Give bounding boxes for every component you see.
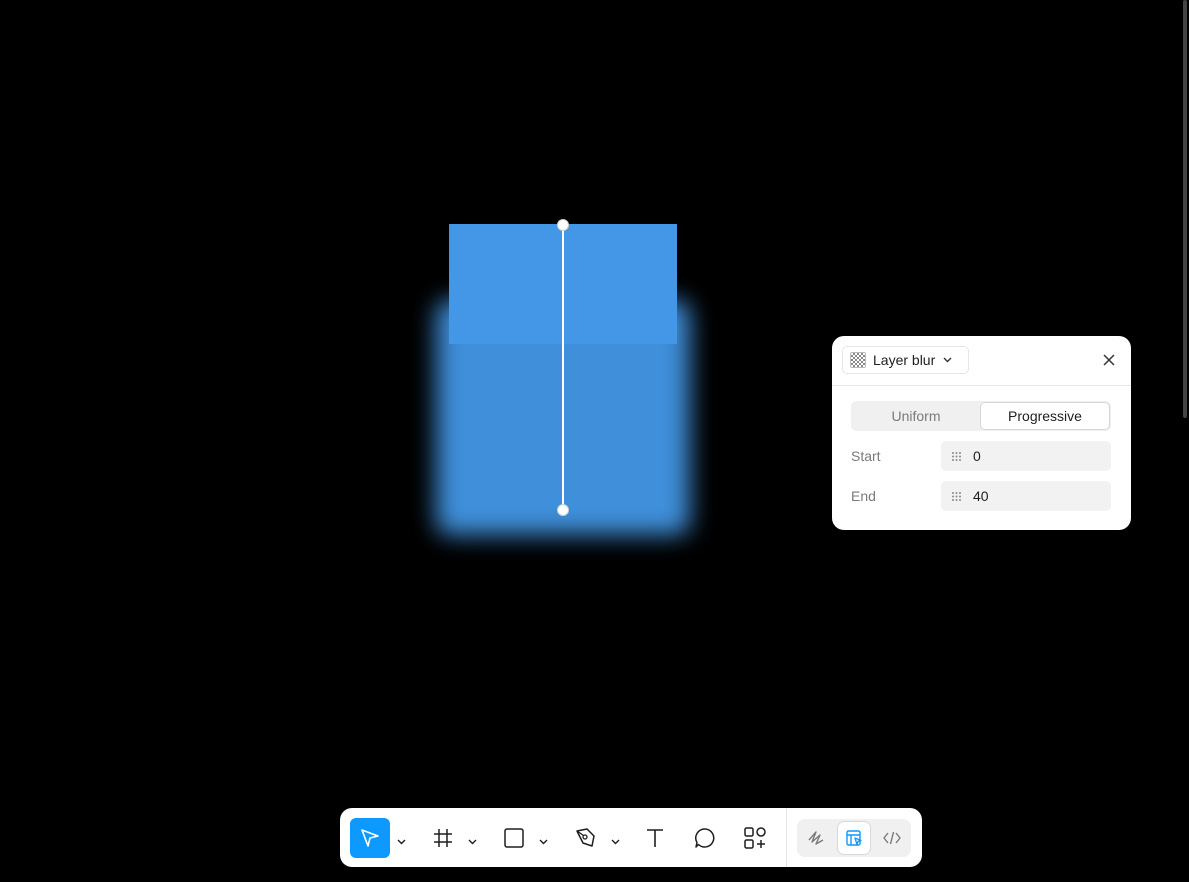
- frame-tool-button[interactable]: [428, 818, 458, 858]
- rectangle-tool-chevron-icon[interactable]: [539, 832, 548, 850]
- end-field[interactable]: 40: [941, 481, 1111, 511]
- draw-mode-button[interactable]: [800, 822, 832, 854]
- end-value[interactable]: 40: [973, 488, 989, 504]
- panel-header: Layer blur: [832, 336, 1131, 386]
- pen-tool-button[interactable]: [570, 818, 600, 858]
- close-icon[interactable]: [1099, 350, 1119, 370]
- comment-bubble-icon: [695, 828, 715, 848]
- mode-progressive[interactable]: Progressive: [980, 402, 1110, 430]
- dev-mode-button[interactable]: [876, 822, 908, 854]
- blur-start-handle[interactable]: [557, 219, 569, 231]
- text-tool-button[interactable]: [640, 818, 670, 858]
- blur-direction-line[interactable]: [562, 224, 564, 510]
- shapes-plus-icon: [744, 827, 766, 849]
- cursor-arrow-icon: [361, 829, 379, 847]
- end-label: End: [851, 488, 876, 504]
- start-value[interactable]: 0: [973, 448, 981, 464]
- move-tool-button[interactable]: [350, 818, 390, 858]
- effect-type-dropdown[interactable]: Layer blur: [842, 346, 969, 374]
- actions-tool-button[interactable]: [740, 818, 770, 858]
- vertical-scrollbar[interactable]: [1183, 0, 1187, 418]
- effect-type-label: Layer blur: [873, 352, 936, 368]
- frame-hash-icon: [434, 829, 452, 847]
- drag-grip-icon[interactable]: [951, 451, 962, 462]
- move-tool-chevron-icon[interactable]: [397, 832, 406, 850]
- drag-grip-icon[interactable]: [951, 491, 962, 502]
- chevron-down-icon: [943, 355, 952, 366]
- text-t-icon: [647, 829, 663, 847]
- pen-tool-chevron-icon[interactable]: [611, 832, 620, 850]
- design-mode-icon: [846, 830, 862, 846]
- bottom-toolbar: [340, 808, 922, 867]
- effect-settings-panel: Layer blur Uniform Progressive Start 0 E…: [832, 336, 1131, 530]
- rectangle-tool-button[interactable]: [499, 818, 529, 858]
- mode-switcher: [797, 819, 911, 857]
- mode-uniform[interactable]: Uniform: [852, 402, 980, 430]
- rectangle-icon: [504, 828, 524, 848]
- pen-nib-icon: [576, 828, 595, 847]
- blur-mode-toggle: Uniform Progressive: [851, 401, 1111, 431]
- comment-tool-button[interactable]: [690, 818, 720, 858]
- frame-tool-chevron-icon[interactable]: [468, 832, 477, 850]
- draw-squiggle-icon: [808, 831, 824, 845]
- design-mode-button[interactable]: [838, 822, 870, 854]
- start-field[interactable]: 0: [941, 441, 1111, 471]
- checkerboard-icon: [850, 352, 866, 368]
- blur-end-handle[interactable]: [557, 504, 569, 516]
- start-label: Start: [851, 448, 881, 464]
- code-brackets-icon: [883, 831, 901, 845]
- toolbar-divider: [786, 808, 787, 867]
